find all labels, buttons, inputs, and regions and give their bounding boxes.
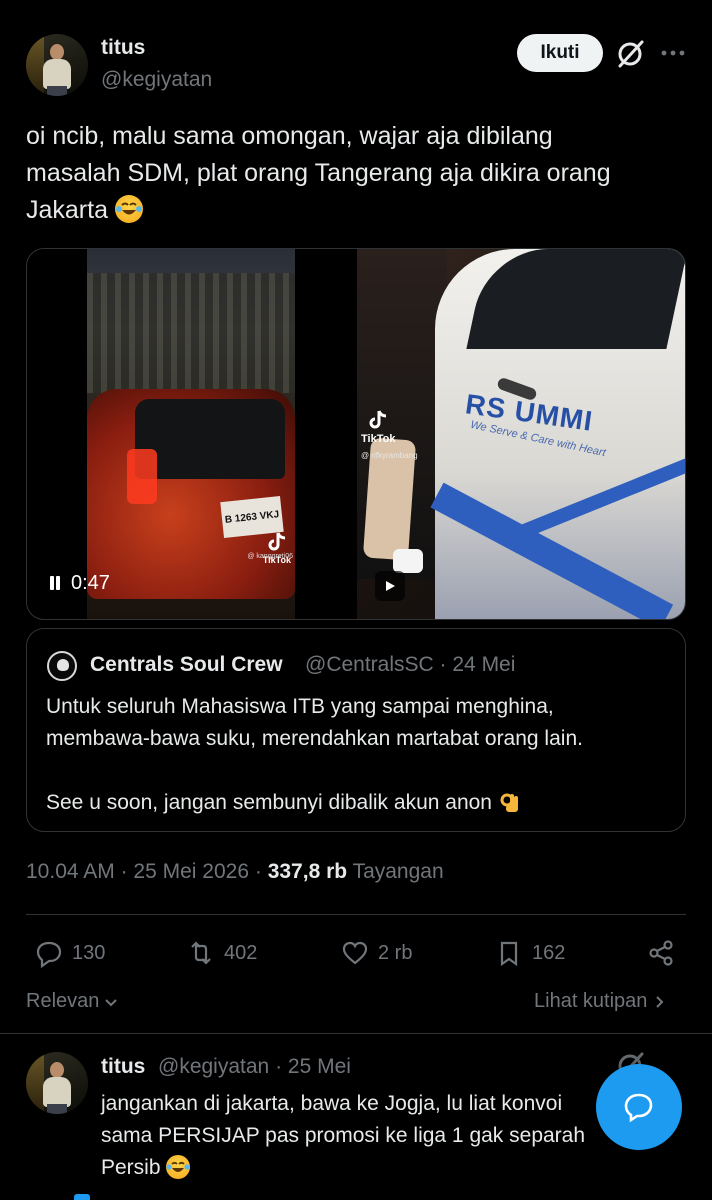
- author-handle[interactable]: @kegiyatan: [101, 68, 212, 92]
- repost-icon: [191, 941, 211, 965]
- chat-bubble-icon: [624, 1093, 653, 1123]
- repost-count: 402: [224, 941, 258, 964]
- quoted-author-name[interactable]: Centrals Soul Crew: [90, 653, 283, 677]
- author-name[interactable]: titus: [101, 36, 145, 60]
- view-quotes-link[interactable]: Lihat kutipan: [534, 990, 667, 1013]
- more-options-icon[interactable]: [660, 40, 686, 66]
- like-button[interactable]: 2 rb: [340, 930, 412, 976]
- reply-author-avatar[interactable]: [26, 1052, 88, 1114]
- video-timer[interactable]: 0:47: [39, 565, 122, 601]
- action-bar: 130 402 2 rb 162: [26, 930, 686, 976]
- video-thumbnail-ambulance[interactable]: RS UMMI We Serve & Care with Heart TikTo…: [357, 249, 685, 619]
- divider: [26, 914, 686, 915]
- grok-icon[interactable]: [614, 38, 646, 70]
- share-button[interactable]: [646, 930, 676, 976]
- quoted-line-3-row: See u soon, jangan sembunyi dibalik akun…: [46, 787, 666, 819]
- post-text: oi ncib, malu sama omongan, wajar aja di…: [26, 118, 696, 229]
- tiktok-icon: [268, 532, 285, 551]
- bookmark-count: 162: [532, 941, 566, 964]
- quoted-author-meta: @CentralsSC · 24 Mei: [305, 653, 515, 677]
- heart-icon: [342, 941, 368, 965]
- quoted-post[interactable]: Centrals Soul Crew @CentralsSC · 24 Mei …: [26, 628, 686, 832]
- video-thumbnail-car[interactable]: B 1263 VKJ TikTok @ kanggreti06: [87, 249, 295, 619]
- post-text-line-3-row: Jakarta: [26, 192, 696, 229]
- post-date[interactable]: 25 Mei 2026: [133, 860, 249, 883]
- tiktok-icon: [369, 410, 387, 429]
- reply-line-3-row: Persib: [101, 1152, 711, 1184]
- reply-author-meta: @kegiyatan · 25 Mei: [158, 1055, 351, 1079]
- reply-line-3: Persib: [101, 1156, 161, 1179]
- chevron-down-icon: [105, 998, 118, 1006]
- video-duration: 0:47: [71, 571, 110, 594]
- author-avatar[interactable]: [26, 34, 88, 96]
- quoted-line-3: See u soon, jangan sembunyi dibalik akun…: [46, 791, 492, 814]
- like-count: 2 rb: [378, 941, 413, 964]
- laughing-tears-emoji-icon: [166, 1155, 191, 1179]
- quoted-line-2: membawa-bawa suku, merendahkan martabat …: [46, 727, 583, 750]
- follow-button[interactable]: Ikuti: [517, 34, 603, 72]
- quoted-dot: ·: [439, 653, 447, 676]
- compose-reply-button[interactable]: [596, 1064, 682, 1150]
- reply-author-name[interactable]: titus: [101, 1055, 145, 1079]
- bottom-nav-indicator: [74, 1194, 90, 1200]
- reply-author-handle[interactable]: @kegiyatan: [158, 1055, 269, 1078]
- laughing-tears-emoji-icon: [114, 195, 143, 223]
- post-text-line-3: Jakarta: [26, 196, 108, 224]
- repost-button[interactable]: 402: [186, 930, 257, 976]
- tiktok-watermark-2: TikTok: [361, 409, 395, 445]
- quoted-line-1: Untuk seluruh Mahasiswa ITB yang sampai …: [46, 695, 554, 718]
- tiktok-user-1: @ kanggreti06: [247, 553, 293, 560]
- post-time[interactable]: 10.04 AM: [26, 860, 115, 883]
- reply-icon: [36, 941, 62, 968]
- tiktok-user-2: @ rifkyrambang: [361, 451, 418, 460]
- reply-date[interactable]: 25 Mei: [288, 1055, 351, 1078]
- ok-hand-emoji-icon: [498, 790, 522, 814]
- post-text-line-2: masalah SDM, plat orang Tangerang aja di…: [26, 159, 611, 187]
- meta-sep-2: ·: [254, 860, 262, 883]
- quoted-date[interactable]: 24 Mei: [452, 653, 515, 676]
- quoted-author-avatar[interactable]: [47, 651, 77, 681]
- sort-dropdown[interactable]: Relevan: [26, 990, 119, 1013]
- quoted-author-handle[interactable]: @CentralsSC: [305, 653, 434, 676]
- divider: [0, 1033, 712, 1034]
- media-grid[interactable]: B 1263 VKJ TikTok @ kanggreti06 RS UMMI …: [26, 248, 686, 620]
- reply-button[interactable]: 130: [34, 930, 105, 976]
- quoted-blank-line: [46, 755, 666, 787]
- reply-count: 130: [72, 941, 106, 964]
- chevron-right-icon: [656, 995, 664, 1008]
- sort-label: Relevan: [26, 990, 100, 1012]
- reply-dot: ·: [275, 1055, 283, 1078]
- post-meta: 10.04 AM · 25 Mei 2026 · 337,8 rb Tayang…: [26, 860, 444, 884]
- view-count: 337,8 rb: [267, 860, 348, 883]
- bookmark-icon: [500, 941, 518, 967]
- post-text-line-1: oi ncib, malu sama omongan, wajar aja di…: [26, 122, 553, 150]
- play-icon: [386, 581, 395, 591]
- view-quotes-label: Lihat kutipan: [534, 990, 648, 1012]
- views-label: Tayangan: [352, 860, 444, 883]
- play-button[interactable]: [375, 571, 405, 601]
- bookmark-button[interactable]: 162: [494, 930, 565, 976]
- tiktok-label-2: TikTok: [361, 433, 396, 445]
- share-icon: [649, 940, 673, 966]
- pause-icon[interactable]: [49, 576, 61, 590]
- meta-sep-1: ·: [120, 860, 128, 883]
- quoted-text: Untuk seluruh Mahasiswa ITB yang sampai …: [46, 691, 666, 819]
